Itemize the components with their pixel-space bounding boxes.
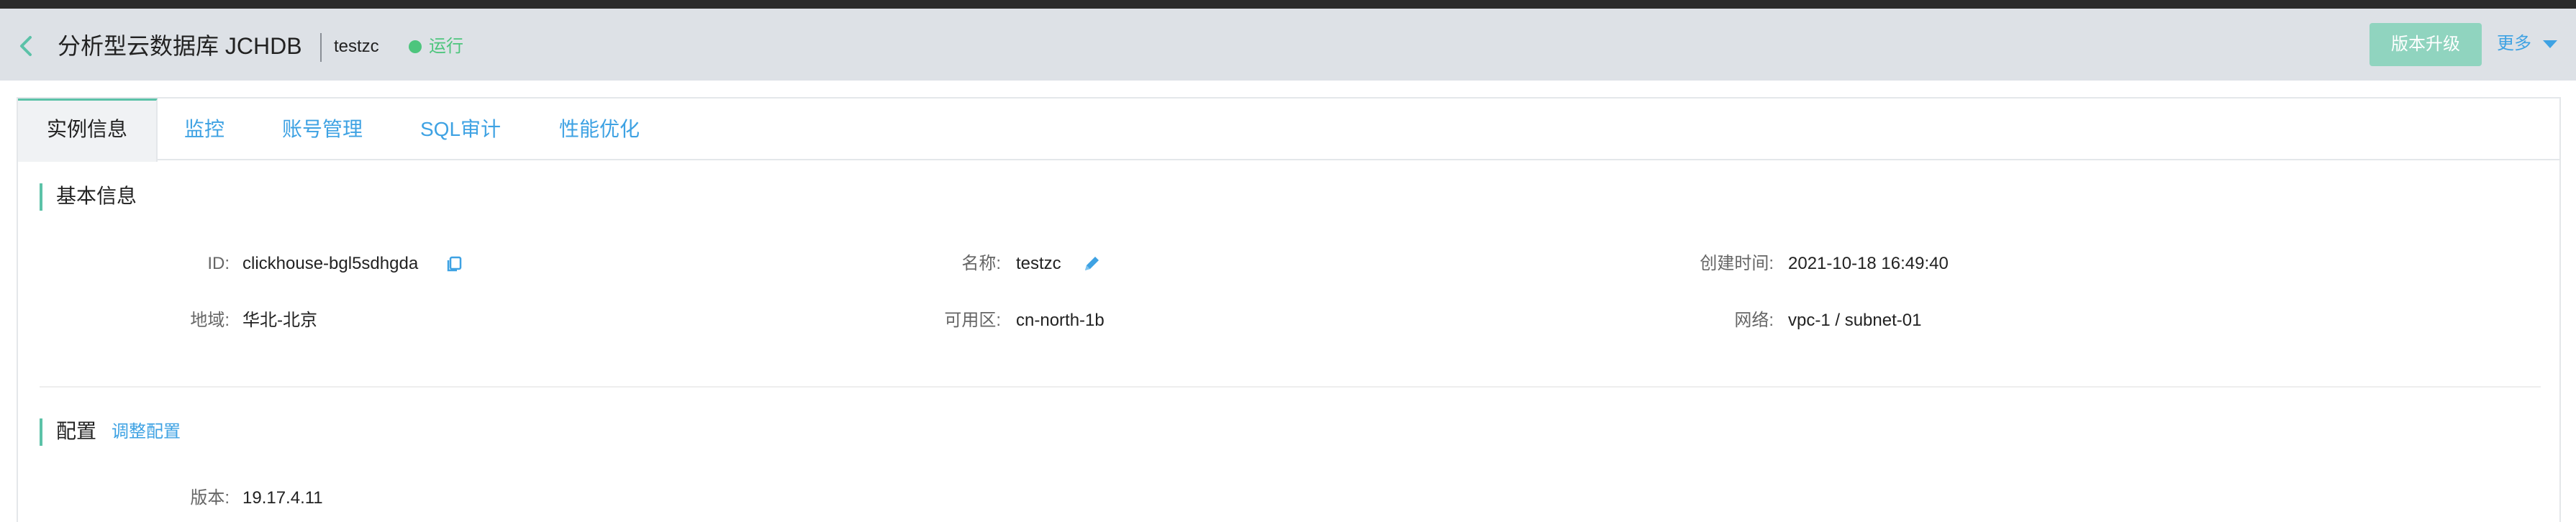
more-menu-link[interactable]: 更多	[2497, 33, 2531, 55]
id-value: clickhouse-bgl5sdhgda	[242, 254, 419, 273]
tab-performance-optimization[interactable]: 性能优化	[559, 99, 640, 160]
version-label: 版本:	[190, 488, 230, 508]
window-top-strip	[0, 0, 2576, 9]
name-value: testzc	[1016, 254, 1061, 273]
adjust-config-link[interactable]: 调整配置	[112, 421, 181, 443]
instance-detail-card: 实例信息 监控 账号管理 SQL审计 性能优化 基本信息 ID: clickho…	[17, 97, 2561, 522]
section-title-basic-info: 基本信息	[56, 185, 137, 207]
caret-down-icon[interactable]	[2543, 40, 2557, 48]
tab-account-management[interactable]: 账号管理	[282, 99, 363, 160]
created-time-value: 2021-10-18 16:49:40	[1788, 254, 1949, 273]
network-label: 网络:	[1734, 311, 1774, 330]
tab-monitor[interactable]: 监控	[184, 99, 225, 160]
page-title: 分析型云数据库 JCHDB	[58, 33, 302, 59]
name-label: 名称:	[961, 254, 1001, 273]
section-divider	[40, 386, 2541, 388]
region-label: 地域:	[190, 311, 230, 330]
section-accent-bar	[40, 418, 42, 446]
instance-name: testzc	[334, 37, 379, 56]
network-value: vpc-1 / subnet-01	[1788, 311, 1922, 330]
tab-sql-audit[interactable]: SQL审计	[420, 99, 501, 160]
status-dot-icon	[409, 40, 422, 53]
section-title-config: 配置	[56, 420, 97, 442]
copy-icon[interactable]	[444, 254, 464, 274]
page-header: 分析型云数据库 JCHDB testzc 运行 版本升级 更多	[0, 9, 2576, 81]
region-value: 华北-北京	[242, 311, 317, 330]
pencil-icon[interactable]	[1081, 254, 1102, 274]
tab-instance-info[interactable]: 实例信息	[18, 99, 158, 162]
id-label: ID:	[207, 254, 230, 273]
availability-zone-value: cn-north-1b	[1016, 311, 1105, 330]
section-accent-bar	[40, 183, 42, 211]
created-time-label: 创建时间:	[1700, 254, 1774, 273]
version-upgrade-button[interactable]: 版本升级	[2369, 23, 2482, 66]
version-value: 19.17.4.11	[242, 488, 323, 508]
title-divider	[320, 33, 322, 62]
back-chevron-icon[interactable]	[16, 33, 36, 59]
availability-zone-label: 可用区:	[944, 311, 1001, 330]
status-text: 运行	[429, 37, 463, 56]
tab-bar: 实例信息 监控 账号管理 SQL审计 性能优化	[18, 99, 2559, 162]
